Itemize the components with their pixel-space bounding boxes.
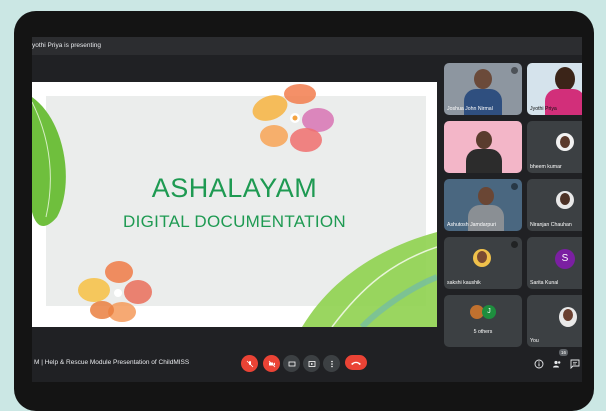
participant-tile-others[interactable]: J 5 others	[444, 295, 522, 347]
mic-muted-icon	[511, 67, 518, 74]
participant-video	[478, 187, 494, 205]
leave-call-button[interactable]	[345, 355, 367, 370]
participant-name: You	[530, 338, 539, 344]
people-button[interactable]	[551, 358, 562, 369]
participant-body	[466, 149, 502, 173]
participant-tile[interactable]: bheem kumar	[527, 121, 582, 173]
participant-tile[interactable]: S Sarita Kunal	[527, 237, 582, 289]
participant-name: Sarita Kunal	[530, 280, 559, 286]
meet-window: yothi Priya is presenting ASHALAYAM DIGI…	[32, 37, 582, 382]
participant-name: 5 others	[473, 329, 493, 335]
more-vert-icon	[330, 360, 333, 367]
slide-title: ASHALAYAM	[151, 173, 318, 203]
avatar-initial: J	[482, 305, 496, 319]
participant-name: Ashutosh Jamdarpuri	[447, 222, 497, 228]
participant-video	[474, 69, 492, 89]
mic-muted-icon	[511, 241, 518, 248]
meeting-title: M | Help & Rescue Module Presentation of…	[34, 359, 190, 366]
mic-off-icon	[246, 360, 253, 367]
captions-icon	[288, 361, 295, 366]
participant-name: Niranjan Chauhan	[530, 222, 572, 228]
participant-name: sakshi kaushik	[447, 280, 481, 286]
mic-toggle-button[interactable]	[241, 355, 258, 372]
hang-up-icon	[351, 361, 361, 365]
avatar-face	[477, 251, 487, 263]
meeting-details-button[interactable]	[533, 358, 544, 369]
avatar-face	[560, 193, 570, 205]
slide-subtitle: DIGITAL DOCUMENTATION	[123, 212, 346, 231]
participant-tile[interactable]: Ashutosh Jamdarpuri	[444, 179, 522, 231]
people-count-badge: 16	[559, 349, 568, 356]
participant-tile-self[interactable]: You	[527, 295, 582, 347]
presenter-banner: yothi Priya is presenting	[32, 37, 582, 55]
camera-toggle-button[interactable]	[263, 355, 280, 372]
participant-tile[interactable]: Joshua John Nirmal	[444, 63, 522, 115]
people-icon	[552, 360, 560, 367]
present-button[interactable]	[303, 355, 320, 372]
avatar-face	[560, 136, 570, 148]
participant-name: Jyothi Priya	[530, 106, 557, 112]
participant-video	[555, 67, 575, 91]
participant-tile[interactable]	[444, 121, 522, 173]
presenter-text: yothi Priya is presenting	[32, 42, 102, 49]
bottom-bar: M | Help & Rescue Module Presentation of…	[32, 347, 582, 382]
info-icon	[534, 359, 543, 368]
chat-icon	[570, 359, 579, 369]
avatar-face	[563, 309, 573, 321]
camera-off-icon	[268, 360, 275, 367]
participant-video	[476, 131, 492, 149]
chat-button[interactable]	[569, 358, 580, 369]
captions-button[interactable]	[283, 355, 300, 372]
participant-name: bheem kumar	[530, 164, 562, 170]
participant-tile[interactable]: Jyothi Priya	[527, 63, 582, 115]
mic-muted-icon	[511, 183, 518, 190]
present-icon	[308, 360, 315, 367]
participant-tile[interactable]: sakshi kaushik	[444, 237, 522, 289]
more-options-button[interactable]	[323, 355, 340, 372]
avatar-initial: S	[555, 249, 575, 269]
slide-decoration	[32, 84, 437, 327]
participant-name: Joshua John Nirmal	[447, 106, 493, 112]
shared-slide: ASHALAYAM DIGITAL DOCUMENTATION	[32, 82, 437, 327]
participant-tile[interactable]: Niranjan Chauhan	[527, 179, 582, 231]
